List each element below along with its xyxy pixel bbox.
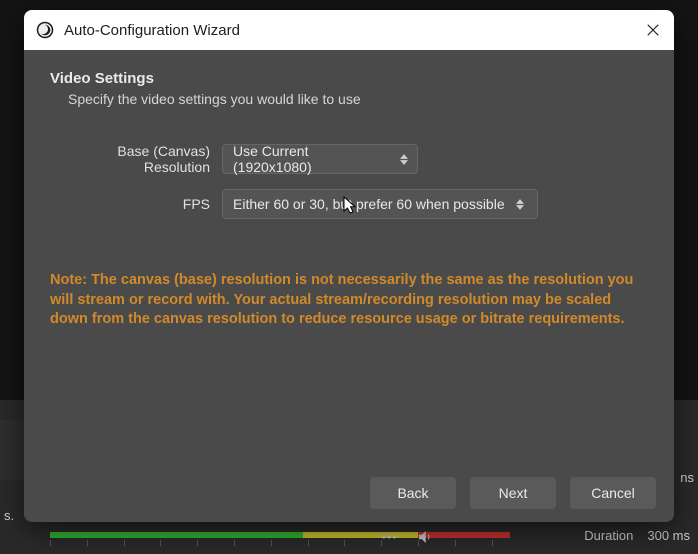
auto-config-wizard-dialog: Auto-Configuration Wizard Video Settings… — [24, 10, 674, 522]
cancel-button[interactable]: Cancel — [570, 477, 656, 509]
stepper-icon — [399, 154, 409, 165]
stepper-icon — [515, 199, 525, 210]
dots-icon — [380, 528, 398, 551]
video-settings-form: Base (Canvas) Resolution Use Current (19… — [50, 143, 648, 233]
resolution-select[interactable]: Use Current (1920x1080) — [222, 144, 418, 174]
close-button[interactable] — [644, 21, 662, 39]
resolution-note: Note: The canvas (base) resolution is no… — [50, 271, 640, 330]
audio-meter-bar — [50, 532, 510, 538]
audio-meter-ticks — [50, 540, 510, 546]
status-bar: Duration 300 ms — [584, 524, 690, 546]
next-button[interactable]: Next — [470, 477, 556, 509]
back-button-label: Back — [397, 485, 428, 501]
cancel-button-label: Cancel — [591, 485, 635, 501]
obs-logo-icon — [36, 21, 54, 39]
dialog-footer: Back Next Cancel — [24, 464, 674, 522]
fps-select-value: Either 60 or 30, but prefer 60 when poss… — [233, 196, 505, 212]
status-duration-value: 300 ms — [647, 528, 690, 543]
resolution-row: Base (Canvas) Resolution Use Current (19… — [50, 143, 648, 175]
fps-select[interactable]: Either 60 or 30, but prefer 60 when poss… — [222, 189, 538, 219]
next-button-label: Next — [499, 485, 528, 501]
resolution-select-value: Use Current (1920x1080) — [233, 143, 389, 175]
status-duration-label: Duration — [584, 528, 633, 543]
resolution-label: Base (Canvas) Resolution — [50, 143, 222, 175]
fps-row: FPS Either 60 or 30, but prefer 60 when … — [50, 189, 648, 219]
page-title: Video Settings — [50, 70, 648, 87]
speaker-icon — [416, 528, 434, 551]
bg-truncated-text-right: ns — [680, 470, 694, 485]
dialog-body: Video Settings Specify the video setting… — [24, 50, 674, 464]
fps-label: FPS — [50, 196, 222, 212]
dialog-title: Auto-Configuration Wizard — [64, 22, 240, 39]
dialog-titlebar: Auto-Configuration Wizard — [24, 10, 674, 50]
bg-mixer-icons — [380, 528, 434, 550]
bg-truncated-text-left: s. — [4, 508, 14, 523]
page-subtitle: Specify the video settings you would lik… — [68, 91, 648, 107]
audio-meter — [50, 528, 510, 548]
back-button[interactable]: Back — [370, 477, 456, 509]
